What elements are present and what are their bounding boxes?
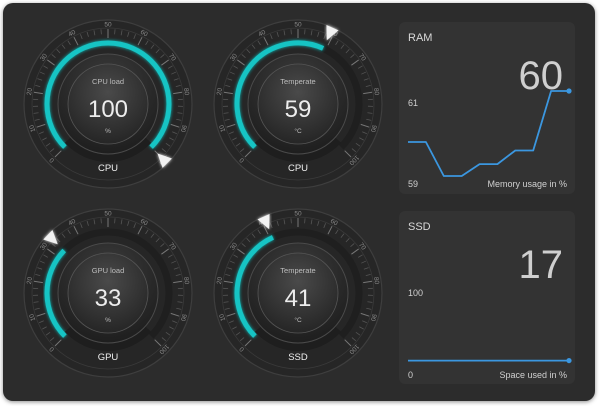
gauge-tick-label: 20 xyxy=(26,276,34,285)
gauge-tick-label: 20 xyxy=(216,276,224,285)
gauge-tick-label: 50 xyxy=(294,22,302,29)
series-end-point xyxy=(566,357,572,364)
ssd-temperature-gauge: 0102030405060708090100Temperate41°CSSD xyxy=(213,208,383,378)
ram-usage-line-chart xyxy=(408,88,572,177)
gauge-unit: % xyxy=(105,317,111,324)
gauge-value: 33 xyxy=(95,285,122,312)
gauge-label: CPU xyxy=(288,163,308,174)
gauge-tick-label: 50 xyxy=(294,211,302,218)
gauge-value: 100 xyxy=(88,96,128,123)
series-line xyxy=(408,90,569,177)
gauge-tick-label: 50 xyxy=(104,22,112,29)
gauge-title: CPU load xyxy=(92,77,124,86)
gauge-title: Temperate xyxy=(280,266,315,275)
gauge-tick-label: 80 xyxy=(372,277,380,286)
gauge-tick-label: 50 xyxy=(104,211,112,218)
gauge-label: SSD xyxy=(288,352,308,363)
gauge-title: GPU load xyxy=(92,266,125,275)
gauge-tick-label: 80 xyxy=(182,88,190,97)
gauge-unit: % xyxy=(105,128,111,135)
gauge-value: 59 xyxy=(285,96,312,123)
ram-card: RAM 60 61 59 Memory usage in % xyxy=(399,22,575,194)
gauge-tick-label: 80 xyxy=(182,277,190,286)
gauge-label: GPU xyxy=(98,352,119,363)
cpu-load-gauge: 0102030405060708090100CPU load100%CPU xyxy=(23,19,193,189)
gauge-unit: °C xyxy=(294,127,302,135)
gauge-tick-label: 80 xyxy=(372,88,380,97)
ssd-space-line-chart xyxy=(408,357,572,364)
gauge-title: Temperate xyxy=(280,77,315,86)
gauge-value: 41 xyxy=(285,285,312,312)
gauge-unit: °C xyxy=(294,316,302,324)
ssd-card: SSD 17 100 0 Space used in % xyxy=(399,211,575,384)
gauge-label: CPU xyxy=(98,163,118,174)
gauge-tick-label: 20 xyxy=(26,87,34,96)
cpu-temperature-gauge: 0102030405060708090100Temperate59°CCPU xyxy=(213,19,383,189)
series-end-point xyxy=(566,88,572,94)
gpu-load-gauge: 0102030405060708090100GPU load33%GPU xyxy=(23,208,193,378)
gauge-tick-label: 20 xyxy=(216,87,224,96)
dashboard-frame: 0102030405060708090100CPU load100%CPU 01… xyxy=(3,3,595,401)
